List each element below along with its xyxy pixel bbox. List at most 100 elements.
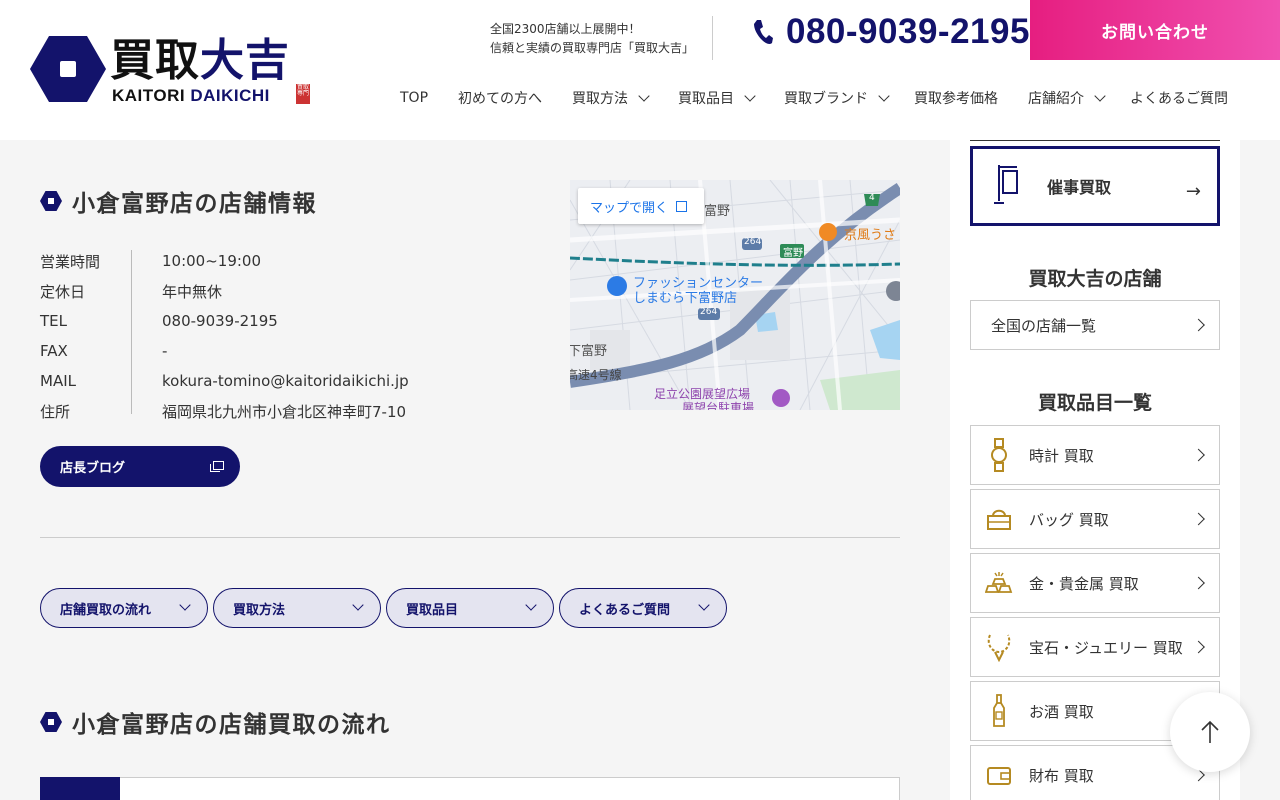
watch-icon	[971, 438, 1027, 472]
item-link-bag[interactable]: バッグ 買取	[970, 489, 1220, 549]
bottle-icon	[971, 694, 1027, 728]
map-open-label: マップで開く	[590, 200, 669, 216]
logo-title: 買取大吉	[110, 35, 290, 86]
header-phone[interactable]: 080-9039-2195	[752, 12, 1030, 52]
header-tagline: 全国2300店舗以上展開中！ 信頼と実績の買取専門店「買取大吉」	[490, 20, 694, 58]
info-label: MAIL	[40, 372, 76, 390]
map-label-route: 264	[744, 237, 762, 247]
tagline-line-1: 全国2300店舗以上展開中！	[490, 22, 641, 36]
info-value: 福岡県北九州市小倉北区神幸町7-10	[162, 402, 407, 421]
chevron-down-icon	[878, 90, 890, 102]
store-info-heading: 小倉富野店の店舗情報	[40, 184, 317, 218]
chevron-down-icon	[525, 599, 537, 611]
item-link-jewelry[interactable]: 宝石・ジュエリー 買取	[970, 617, 1220, 677]
store-info-table: 営業時間 10:00~19:00 定休日 年中無休 TEL 080-9039-2195…	[40, 246, 409, 426]
all-stores-label: 全国の店舗一覧	[991, 316, 1097, 335]
page-gutter	[1240, 140, 1280, 800]
anchor-method[interactable]: 買取方法	[213, 588, 381, 628]
scroll-to-top-button[interactable]	[1170, 692, 1250, 772]
map-label-route: 264	[700, 307, 718, 317]
item-link-gold[interactable]: 金・貴金属 買取	[970, 553, 1220, 613]
anchor-links: 店舗買取の流れ 買取方法 買取品目 よくあるご質問	[40, 588, 732, 628]
info-value: 年中無休	[162, 282, 223, 301]
phone-number: 080-9039-2195	[786, 12, 1030, 51]
info-value[interactable]: 080-9039-2195	[162, 312, 278, 330]
contact-button[interactable]: お問い合わせ	[1030, 0, 1280, 60]
anchor-flow[interactable]: 店舗買取の流れ	[40, 588, 208, 628]
jewelry-icon	[971, 632, 1027, 662]
item-label: 時計 買取	[1029, 446, 1094, 465]
section-divider	[40, 537, 900, 538]
chevron-down-icon	[744, 90, 756, 102]
info-label: 営業時間	[40, 252, 101, 271]
item-label: 金・貴金属 買取	[1029, 574, 1139, 593]
map-label-tomino: 富野	[704, 204, 731, 219]
nav-brands[interactable]: 買取ブランド	[784, 88, 890, 108]
nav-stores[interactable]: 店舗紹介	[1028, 88, 1106, 108]
items-heading: 買取品目一覧	[1037, 392, 1152, 414]
info-value: -	[162, 342, 168, 360]
info-row-mail: MAIL kokura-tomino@kaitoridaikichi.jp	[40, 366, 409, 396]
anchor-items[interactable]: 買取品目	[386, 588, 554, 628]
item-label: バッグ 買取	[1029, 510, 1109, 529]
arrow-up-icon	[1201, 720, 1219, 743]
info-row-address: 住所 福岡県北九州市小倉北区神幸町7-10	[40, 396, 409, 426]
hex-bullet-icon	[40, 191, 62, 211]
site-logo[interactable]: 買取大吉 KAITORI DAIKICHI 買取専門	[30, 36, 320, 106]
map-label-park: 展望台駐車場	[682, 401, 755, 410]
map-label-shimotomino: 下富野	[570, 344, 608, 359]
logo-stamp: 買取専門	[296, 84, 310, 104]
nav-faq[interactable]: よくあるご質問	[1130, 88, 1228, 108]
nav-purchase-items[interactable]: 買取品目	[678, 88, 756, 108]
info-divider	[131, 250, 132, 414]
map-label-tomino-sign: 富野	[783, 248, 803, 259]
hex-bullet-icon	[40, 712, 62, 732]
sidebar-top-rule	[970, 140, 1220, 141]
flow-title: 小倉富野店の店舗買取の流れ	[72, 712, 391, 738]
info-row-tel: TEL 080-9039-2195	[40, 306, 409, 336]
anchor-faq[interactable]: よくあるご質問	[559, 588, 727, 628]
store-map[interactable]: マップで開く 富野 京風うさ 264 264 富野 4 ファッションセンター し…	[570, 180, 900, 410]
item-label: 宝石・ジュエリー 買取	[1029, 638, 1183, 657]
nav-purchase-method[interactable]: 買取方法	[572, 88, 650, 108]
wallet-icon	[971, 764, 1027, 786]
chevron-right-icon	[1192, 512, 1205, 526]
map-label-route: 4	[869, 193, 875, 203]
info-value: 10:00~19:00	[162, 252, 262, 270]
manager-blog-button[interactable]: 店長ブログ	[40, 446, 240, 487]
nav-top[interactable]: TOP	[400, 90, 428, 106]
item-link-watch[interactable]: 時計 買取	[970, 425, 1220, 485]
map-label-highway: 高速4号線	[570, 368, 622, 382]
chevron-down-icon	[638, 90, 650, 102]
nav-reference-prices[interactable]: 買取参考価格	[914, 88, 998, 108]
chevron-right-icon	[1192, 576, 1205, 590]
all-stores-link[interactable]: 全国の店舗一覧	[970, 300, 1220, 350]
logo-subtitle: KAITORI DAIKICHI	[112, 86, 270, 105]
chevron-down-icon	[352, 599, 364, 611]
chevron-down-icon	[1094, 90, 1106, 102]
nav-first-time[interactable]: 初めての方へ	[458, 88, 542, 108]
phone-icon	[754, 20, 773, 44]
event-purchase-banner[interactable]: 催事買取 →	[970, 146, 1220, 226]
logo-hex-icon	[30, 36, 106, 102]
flow-step-box	[40, 777, 900, 800]
bag-icon	[971, 507, 1027, 531]
header-divider	[712, 16, 713, 60]
stores-heading: 買取大吉の店舗	[1028, 268, 1162, 290]
external-window-icon	[210, 461, 224, 472]
info-label: TEL	[40, 312, 67, 330]
open-in-maps-link[interactable]: マップで開く	[578, 188, 704, 224]
map-label-shop: しまむら下富野店	[633, 291, 738, 306]
item-label: 財布 買取	[1029, 766, 1094, 785]
info-value[interactable]: kokura-tomino@kaitoridaikichi.jp	[162, 372, 409, 390]
gold-bars-icon	[971, 571, 1027, 595]
chevron-down-icon	[698, 599, 710, 611]
info-row-fax: FAX -	[40, 336, 409, 366]
info-row-holiday: 定休日 年中無休	[40, 276, 409, 306]
info-row-hours: 営業時間 10:00~19:00	[40, 246, 409, 276]
store-info-title: 小倉富野店の店舗情報	[72, 191, 317, 217]
info-label: 住所	[40, 402, 71, 421]
info-label: 定休日	[40, 282, 86, 301]
site-header: 買取大吉 KAITORI DAIKICHI 買取専門 全国2300店舗以上展開中…	[0, 0, 1280, 140]
event-purchase-label: 催事買取	[1047, 178, 1112, 197]
